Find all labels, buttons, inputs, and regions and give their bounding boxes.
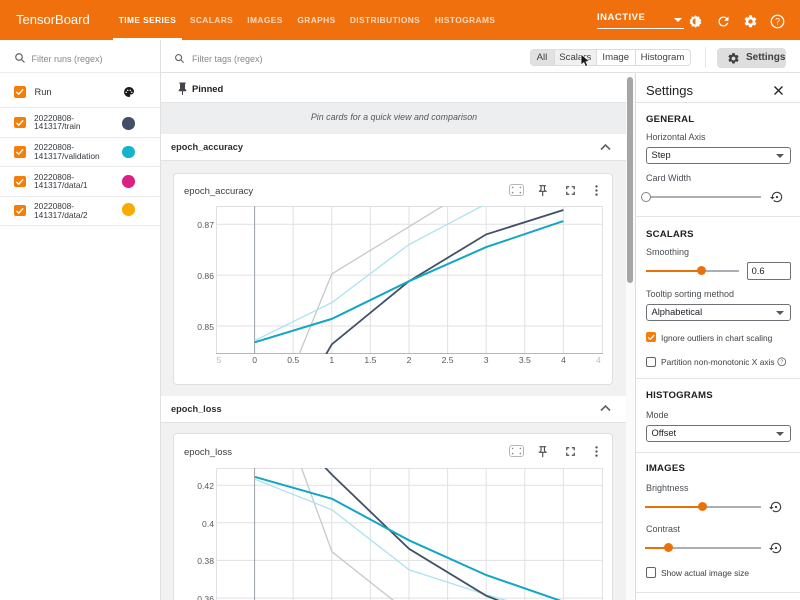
- svg-text:?: ?: [780, 360, 783, 366]
- svg-text:?: ?: [775, 16, 780, 26]
